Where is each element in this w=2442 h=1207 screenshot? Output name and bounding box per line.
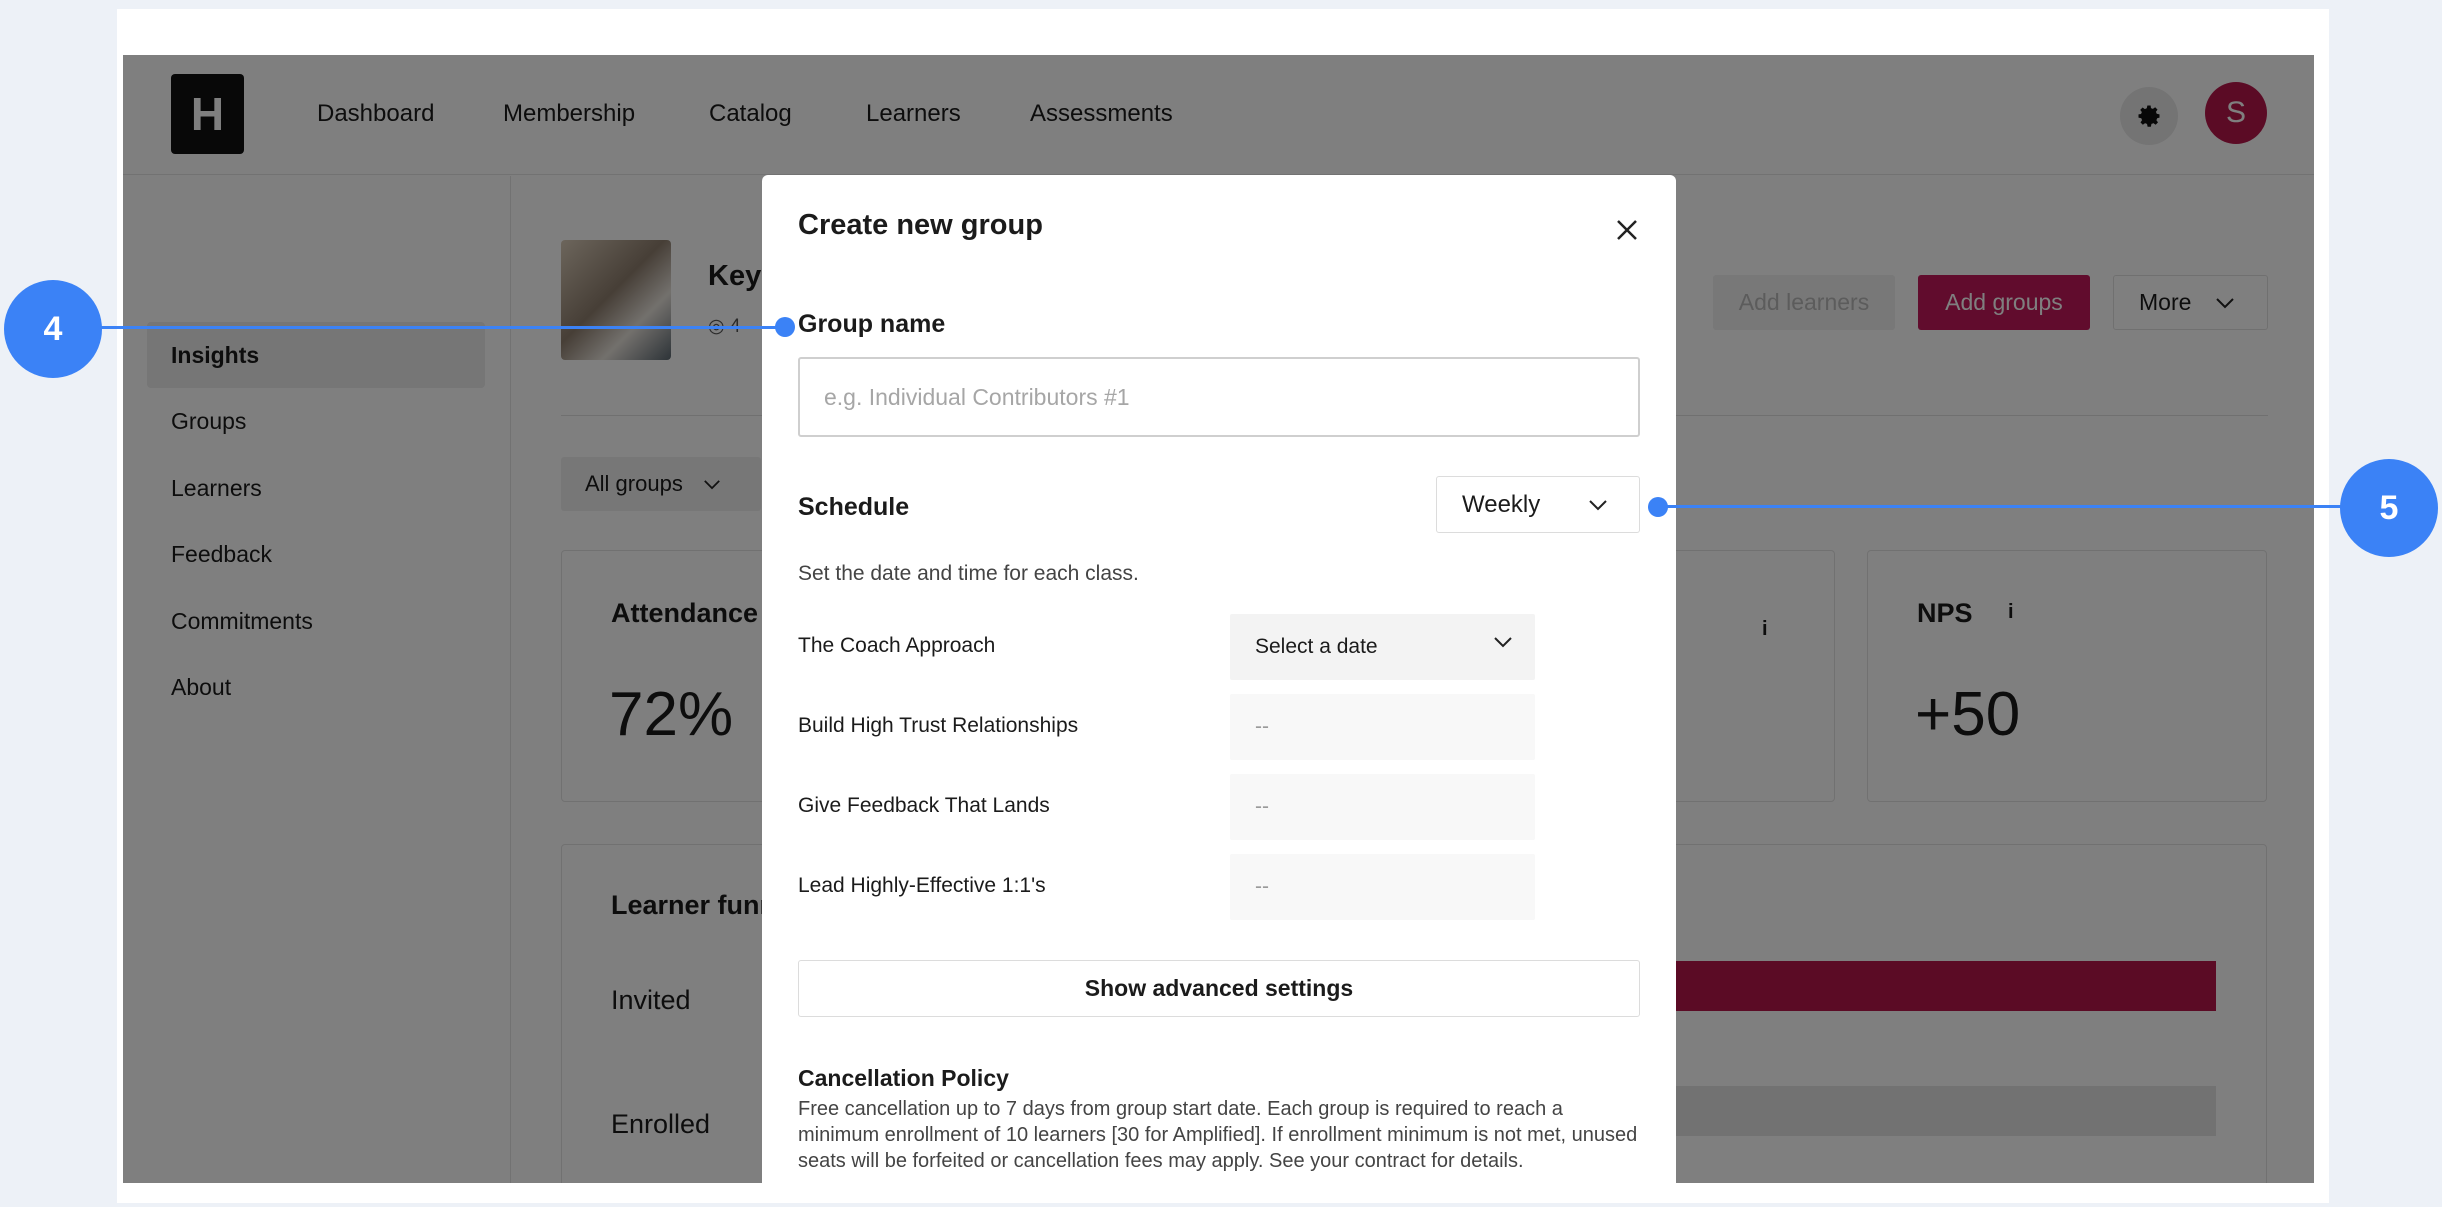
callout-line: [100, 326, 785, 329]
frame-top-margin: [117, 9, 2329, 55]
class-name: Build High Trust Relationships: [798, 714, 1079, 737]
class-date-select[interactable]: Select a date: [1230, 614, 1535, 680]
callout-dot: [1648, 497, 1668, 517]
create-group-modal: Create new group Group name Schedule Wee…: [762, 175, 1676, 1207]
schedule-value: Weekly: [1462, 490, 1541, 518]
class-date-select: --: [1230, 854, 1535, 920]
callout-dot: [775, 317, 795, 337]
callout-badge-4: 4: [4, 280, 102, 378]
show-advanced-settings-button[interactable]: Show advanced settings: [798, 960, 1640, 1017]
callout-badge-5: 5: [2340, 459, 2438, 557]
class-date-value: --: [1255, 715, 1269, 738]
modal-title: Create new group: [798, 209, 1043, 241]
cancellation-policy-title: Cancellation Policy: [798, 1065, 1009, 1091]
class-date-select: --: [1230, 774, 1535, 840]
schedule-label: Schedule: [798, 493, 910, 521]
chevron-down-icon: [1494, 637, 1512, 648]
schedule-helper-text: Set the date and time for each class.: [798, 562, 1139, 585]
chevron-down-icon: [1589, 499, 1607, 510]
group-name-input[interactable]: [798, 357, 1640, 437]
callout-line: [1660, 505, 2344, 508]
close-icon: [1617, 220, 1637, 240]
class-date-select: --: [1230, 694, 1535, 760]
close-button[interactable]: [1610, 213, 1644, 247]
callout-number: 4: [43, 309, 63, 348]
class-date-value: --: [1255, 875, 1269, 898]
class-name: Give Feedback That Lands: [798, 794, 1050, 817]
class-name: Lead Highly-Effective 1:1's: [798, 874, 1046, 897]
callout-number: 5: [2379, 488, 2399, 527]
group-name-label: Group name: [798, 310, 946, 338]
class-date-value: --: [1255, 795, 1269, 818]
frame-bottom-margin: [117, 1183, 2329, 1203]
advanced-label: Show advanced settings: [1084, 975, 1354, 1001]
schedule-select[interactable]: Weekly: [1436, 476, 1640, 533]
class-name: The Coach Approach: [798, 634, 996, 657]
cancellation-policy-text: Free cancellation up to 7 days from grou…: [798, 1098, 1638, 1172]
class-date-value: Select a date: [1255, 635, 1378, 658]
